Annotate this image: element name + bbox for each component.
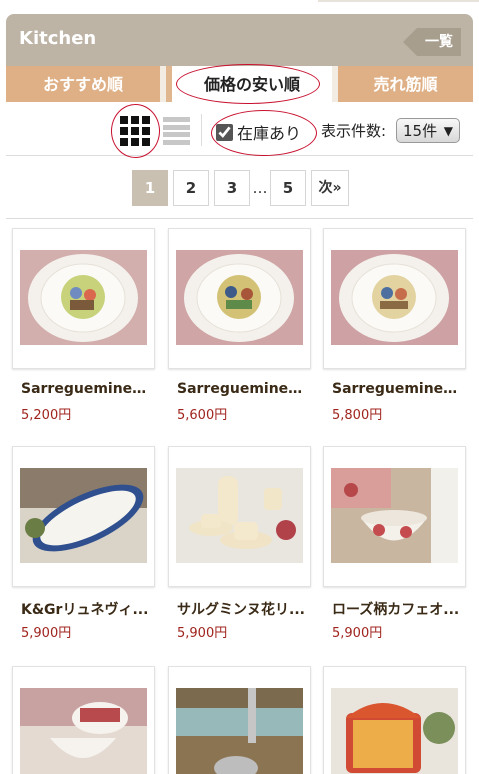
product-name[interactable]: K&Grリュネヴィ... [21,599,151,619]
list-all-button[interactable]: 一覧 [403,28,461,56]
product-thumbnail[interactable] [12,446,155,587]
product-image [176,468,303,563]
product-image [176,250,303,345]
product-price: 5,900円 [177,626,228,641]
display-count-select[interactable]: 15件 ▼ [396,118,460,143]
product-image [176,688,303,774]
page-button-3[interactable]: 3 [214,170,250,206]
toolbar-divider [201,114,202,146]
product-thumbnail[interactable] [323,228,466,369]
product-image [20,688,147,774]
product-image [331,468,458,563]
product-name[interactable]: Sarreguemines... [177,381,307,397]
tab-best-selling[interactable]: 売れ筋順 [332,66,473,102]
product-price: 5,900円 [332,626,383,641]
product-price: 5,600円 [177,408,228,423]
display-count-label: 表示件数: [321,122,387,140]
sort-tabs: おすすめ順 価格の安い順 売れ筋順 [6,66,473,102]
page-button-1[interactable]: 1 [132,170,168,206]
next-page-button[interactable]: 次» [311,170,349,206]
product-image [331,250,458,345]
product-name[interactable]: Sarreguemines... [332,381,462,397]
toolbar: 在庫あり 表示件数: 15件 ▼ [6,108,473,156]
product-thumbnail[interactable] [168,666,311,774]
in-stock-filter[interactable]: 在庫あり [216,120,301,144]
in-stock-label: 在庫あり [237,124,302,143]
grid-view-icon[interactable] [120,116,150,146]
product-name[interactable]: ローズ柄カフェオ... [332,599,462,619]
product-image [331,688,458,774]
product-price: 5,800円 [332,408,383,423]
product-thumbnail[interactable] [323,666,466,774]
product-name[interactable]: Sarreguemines... [21,381,151,397]
product-thumbnail[interactable] [323,446,466,587]
page-button-2[interactable]: 2 [173,170,209,206]
product-price: 5,200円 [21,408,72,423]
product-image [20,250,147,345]
product-price: 5,900円 [21,626,72,641]
dropdown-arrow-icon: ▼ [443,124,453,138]
page-ellipsis: … [252,179,268,197]
product-thumbnail[interactable] [168,446,311,587]
top-strip [0,0,479,8]
top-strip-segment [318,0,479,2]
list-view-icon[interactable] [163,117,190,145]
category-title: Kitchen [19,28,97,49]
display-count-value: 15件 [403,122,438,140]
divider [6,218,473,219]
product-thumbnail[interactable] [12,228,155,369]
tab-recommended[interactable]: おすすめ順 [6,66,166,102]
category-header: Kitchen 一覧 [6,14,473,66]
product-thumbnail[interactable] [12,666,155,774]
tab-price-low[interactable]: 価格の安い順 [172,66,332,102]
product-thumbnail[interactable] [168,228,311,369]
pagination: 1 2 3 … 5 次» [132,170,354,206]
in-stock-checkbox[interactable] [216,123,233,141]
product-name[interactable]: サルグミンヌ花リ... [177,599,307,619]
page-button-5[interactable]: 5 [270,170,306,206]
product-image [20,468,147,563]
